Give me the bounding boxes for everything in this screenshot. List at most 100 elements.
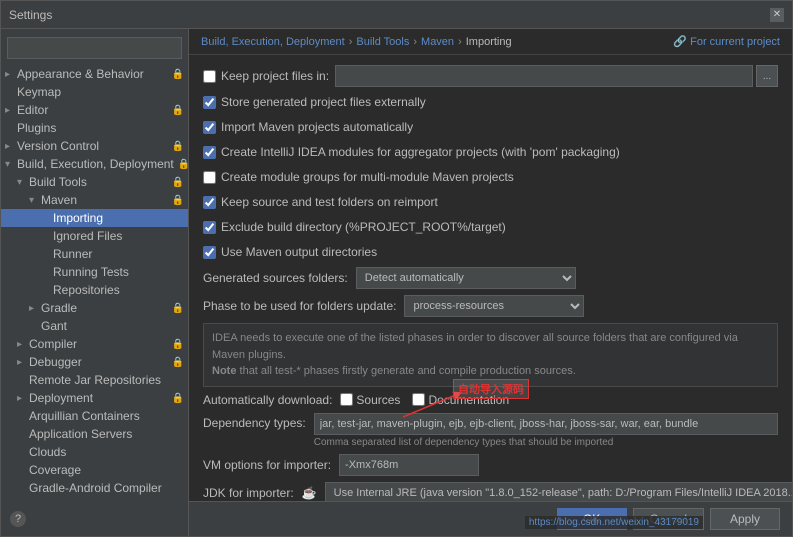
sources-download-checkbox[interactable] — [340, 393, 353, 406]
tree-arrow-compiler: ▸ — [17, 339, 29, 350]
keep-project-files-label[interactable]: Keep project files in: — [203, 69, 329, 83]
sidebar-label-deployment: Deployment — [29, 391, 168, 405]
sidebar-item-editor[interactable]: ▸Editor🔒 — [1, 101, 188, 119]
sidebar-item-remote-jar[interactable]: Remote Jar Repositories — [1, 371, 188, 389]
create-intellij-checkbox[interactable] — [203, 146, 216, 159]
sidebar-item-compiler[interactable]: ▸Compiler🔒 — [1, 335, 188, 353]
lock-icon-build-tools: 🔒 — [172, 177, 184, 188]
keep-source-folders-row: Keep source and test folders on reimport — [203, 192, 778, 212]
breadcrumb: Build, Execution, Deployment › Build Too… — [189, 29, 792, 55]
auto-download-label: Automatically download: — [203, 393, 332, 407]
sidebar-label-compiler: Compiler — [29, 337, 168, 351]
close-button[interactable]: ✕ — [770, 8, 784, 22]
sidebar-item-version-control[interactable]: ▸Version Control🔒 — [1, 137, 188, 155]
sidebar-label-build-tools: Build Tools — [29, 175, 168, 189]
vm-options-input[interactable] — [339, 454, 479, 476]
for-current-project-link[interactable]: 🔗 For current project — [673, 35, 780, 48]
docs-download-label[interactable]: Documentation — [412, 393, 509, 407]
breadcrumb-part-3[interactable]: Maven — [421, 36, 454, 48]
sidebar-item-build-execution[interactable]: ▾Build, Execution, Deployment🔒 — [1, 155, 188, 173]
sidebar-item-appearance[interactable]: ▸Appearance & Behavior🔒 — [1, 65, 188, 83]
settings-window: Settings ✕ ▸Appearance & Behavior🔒 Keyma… — [0, 0, 793, 537]
sidebar-item-app-servers[interactable]: Application Servers — [1, 425, 188, 443]
sidebar-item-gradle-android[interactable]: Gradle-Android Compiler — [1, 479, 188, 497]
sidebar-item-deployment[interactable]: ▸Deployment 🔒 — [1, 389, 188, 407]
sidebar-item-running-tests[interactable]: Running Tests — [1, 263, 188, 281]
sidebar-item-ignored-files[interactable]: Ignored Files — [1, 227, 188, 245]
sidebar-label-coverage: Coverage — [29, 463, 184, 477]
sidebar-label-gradle: Gradle — [41, 301, 168, 315]
apply-button[interactable]: Apply — [710, 508, 780, 530]
sidebar-label-gant: Gant — [41, 319, 184, 333]
use-maven-output-label[interactable]: Use Maven output directories — [203, 245, 377, 259]
sidebar-search-input[interactable] — [7, 37, 182, 59]
lock-icon-gradle: 🔒 — [172, 303, 184, 314]
tree-arrow-build-tools: ▾ — [17, 177, 29, 188]
use-maven-output-checkbox[interactable] — [203, 246, 216, 259]
lock-icon-version-control: 🔒 — [172, 141, 184, 152]
sidebar-label-gradle-android: Gradle-Android Compiler — [29, 481, 184, 495]
create-module-groups-row: Create module groups for multi-module Ma… — [203, 167, 778, 187]
keep-project-files-input[interactable] — [335, 65, 753, 87]
sidebar-label-plugins: Plugins — [17, 121, 184, 135]
sidebar-item-arquillian[interactable]: Arquillian Containers — [1, 407, 188, 425]
breadcrumb-part-1[interactable]: Build, Execution, Deployment — [201, 36, 345, 48]
store-generated-label[interactable]: Store generated project files externally — [203, 95, 426, 109]
create-module-groups-checkbox[interactable] — [203, 171, 216, 184]
sidebar-item-runner[interactable]: Runner — [1, 245, 188, 263]
use-maven-output-row: Use Maven output directories — [203, 242, 778, 262]
info-note-text: that all test-* phases firstly generate … — [240, 365, 576, 377]
sidebar-item-gradle[interactable]: ▸Gradle🔒 — [1, 299, 188, 317]
keep-project-files-checkbox[interactable] — [203, 70, 216, 83]
generated-sources-select[interactable]: Detect automatically Generated sources r… — [356, 267, 576, 289]
jdk-select[interactable]: Use Internal JRE (java version "1.8.0_15… — [325, 482, 792, 502]
sidebar-item-repositories[interactable]: Repositories — [1, 281, 188, 299]
sidebar-label-runner: Runner — [53, 247, 184, 261]
phase-select[interactable]: process-resources generate-sources initi… — [404, 295, 584, 317]
sidebar-label-app-servers: Application Servers — [29, 427, 184, 441]
jdk-row: JDK for importer: ☕ Use Internal JRE (ja… — [203, 482, 778, 502]
breadcrumb-part-2[interactable]: Build Tools — [356, 36, 409, 48]
create-module-groups-label[interactable]: Create module groups for multi-module Ma… — [203, 170, 514, 184]
sources-download-label[interactable]: Sources — [340, 393, 400, 407]
main-content: ▸Appearance & Behavior🔒 Keymap▸Editor🔒 P… — [1, 29, 792, 536]
lock-icon-deployment: 🔒 — [172, 393, 184, 404]
dependency-types-input[interactable] — [314, 413, 778, 435]
vm-options-row: VM options for importer: — [203, 454, 778, 476]
sidebar-item-keymap[interactable]: Keymap — [1, 83, 188, 101]
keep-source-folders-label[interactable]: Keep source and test folders on reimport — [203, 195, 438, 209]
exclude-build-dir-label[interactable]: Exclude build directory (%PROJECT_ROOT%/… — [203, 220, 506, 234]
vm-options-label: VM options for importer: — [203, 458, 331, 472]
sidebar-item-importing[interactable]: Importing — [1, 209, 188, 227]
tree-arrow-maven: ▾ — [29, 195, 41, 206]
info-line-2: Note that all test-* phases firstly gene… — [212, 363, 769, 380]
browse-button[interactable]: ... — [756, 65, 778, 87]
import-maven-checkbox[interactable] — [203, 121, 216, 134]
sidebar-item-gant[interactable]: Gant — [1, 317, 188, 335]
help-icon[interactable]: ? — [10, 511, 26, 527]
sidebar-label-ignored-files: Ignored Files — [53, 229, 184, 243]
sidebar-item-clouds[interactable]: Clouds — [1, 443, 188, 461]
sidebar-item-debugger[interactable]: ▸Debugger🔒 — [1, 353, 188, 371]
sidebar-label-debugger: Debugger — [29, 355, 168, 369]
sidebar-item-maven[interactable]: ▾Maven🔒 — [1, 191, 188, 209]
sidebar-search-container — [7, 37, 182, 59]
import-maven-label[interactable]: Import Maven projects automatically — [203, 120, 413, 134]
tree-arrow-editor: ▸ — [5, 105, 17, 116]
store-generated-row: Store generated project files externally — [203, 92, 778, 112]
docs-download-checkbox[interactable] — [412, 393, 425, 406]
sidebar-item-coverage[interactable]: Coverage — [1, 461, 188, 479]
sidebar-item-build-tools[interactable]: ▾Build Tools 🔒 — [1, 173, 188, 191]
create-intellij-label[interactable]: Create IntelliJ IDEA modules for aggrega… — [203, 145, 620, 159]
tree-arrow-deployment: ▸ — [17, 393, 29, 404]
lock-icon-build-execution: 🔒 — [178, 159, 189, 170]
bottom-bar: https://blog.csdn.net/weixin_43179019 OK… — [189, 501, 792, 536]
keep-source-folders-checkbox[interactable] — [203, 196, 216, 209]
url-bar: https://blog.csdn.net/weixin_43179019 — [525, 516, 703, 529]
lock-icon-debugger: 🔒 — [172, 357, 184, 368]
exclude-build-dir-checkbox[interactable] — [203, 221, 216, 234]
store-generated-checkbox[interactable] — [203, 96, 216, 109]
sidebar-item-plugins[interactable]: Plugins — [1, 119, 188, 137]
title-bar-controls: ✕ — [770, 8, 784, 22]
info-line-1: IDEA needs to execute one of the listed … — [212, 330, 769, 363]
